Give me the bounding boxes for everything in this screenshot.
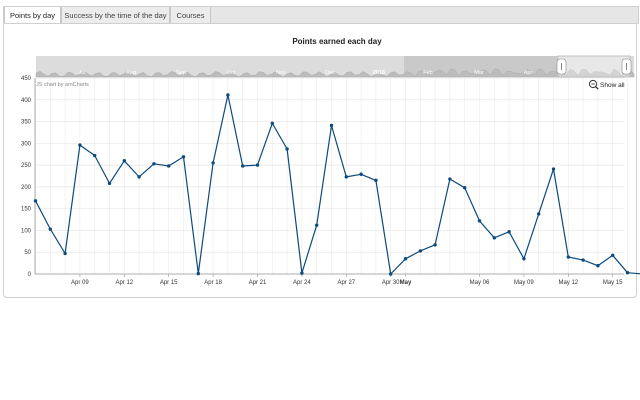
data-point[interactable] bbox=[566, 255, 570, 259]
navigator-label: Aug bbox=[126, 70, 136, 76]
data-point[interactable] bbox=[181, 155, 186, 159]
data-point[interactable] bbox=[344, 175, 348, 179]
data-point[interactable] bbox=[285, 147, 289, 151]
data-point[interactable] bbox=[581, 258, 585, 262]
y-tick-label: 300 bbox=[21, 141, 32, 147]
chart-credit[interactable]: JS chart by amCharts bbox=[36, 82, 89, 88]
data-point[interactable] bbox=[477, 219, 482, 223]
show-all-button[interactable]: Show all bbox=[588, 79, 625, 90]
x-tick-label: Apr 21 bbox=[249, 280, 267, 286]
navigator-label: Dec bbox=[325, 70, 335, 76]
y-tick-label: 250 bbox=[21, 163, 32, 169]
x-tick-label: May 09 bbox=[514, 280, 534, 286]
data-point[interactable] bbox=[403, 257, 408, 261]
data-point[interactable] bbox=[433, 243, 437, 247]
show-all-label: Show all bbox=[600, 82, 625, 89]
navigator-label: Mar bbox=[474, 70, 484, 76]
data-point[interactable] bbox=[33, 199, 38, 203]
navigator-label: Apr bbox=[524, 70, 533, 76]
x-tick-label: May 15 bbox=[603, 280, 623, 286]
data-point[interactable] bbox=[93, 153, 97, 158]
data-point[interactable] bbox=[122, 159, 127, 163]
x-tick-label: Apr 15 bbox=[160, 280, 178, 286]
x-tick-label: Apr 24 bbox=[293, 280, 311, 286]
y-tick-label: 200 bbox=[21, 185, 32, 191]
x-tick-label: May 06 bbox=[470, 280, 490, 286]
navigator-left-handle[interactable] bbox=[556, 58, 567, 75]
x-tick-label: Apr 30 bbox=[382, 280, 400, 286]
y-tick-label: 100 bbox=[21, 228, 32, 234]
data-point[interactable] bbox=[418, 249, 422, 253]
y-tick-label: 450 bbox=[21, 76, 32, 82]
data-point[interactable] bbox=[329, 123, 334, 128]
navigator-label: Feb bbox=[423, 70, 432, 76]
navigator-label: Sep bbox=[176, 70, 186, 76]
data-point[interactable] bbox=[196, 271, 200, 276]
chart-grid bbox=[35, 77, 628, 275]
data-point[interactable] bbox=[359, 172, 363, 176]
data-point[interactable] bbox=[507, 230, 511, 234]
chart-navigator[interactable]: Jul Aug Sep Oct Nov Dec 2016 Feb Mar Apr bbox=[35, 55, 635, 78]
data-point[interactable] bbox=[107, 181, 112, 186]
navigator-label: 2016 bbox=[373, 70, 385, 76]
data-point[interactable] bbox=[63, 251, 67, 256]
data-point[interactable] bbox=[522, 257, 526, 261]
x-tick-label: Apr 12 bbox=[115, 280, 133, 286]
data-point[interactable] bbox=[551, 167, 556, 171]
x-tick-label: Apr 27 bbox=[337, 280, 355, 286]
navigator-label: Oct bbox=[227, 70, 236, 76]
y-tick-label: 50 bbox=[24, 250, 31, 256]
data-point[interactable] bbox=[270, 121, 274, 125]
data-point[interactable] bbox=[611, 253, 615, 257]
data-point[interactable] bbox=[374, 178, 378, 183]
y-tick-label: 350 bbox=[21, 120, 32, 126]
data-point[interactable] bbox=[492, 236, 496, 240]
data-point[interactable] bbox=[48, 227, 52, 231]
data-point[interactable] bbox=[226, 93, 230, 97]
data-point[interactable] bbox=[137, 175, 141, 179]
navigator-label: Jul bbox=[78, 70, 85, 76]
y-tick-label: 150 bbox=[21, 207, 32, 213]
data-point[interactable] bbox=[463, 186, 467, 190]
data-point[interactable] bbox=[389, 272, 393, 276]
chart-title: Points earned each day bbox=[292, 37, 382, 46]
data-point[interactable] bbox=[625, 270, 630, 275]
data-point[interactable] bbox=[300, 271, 304, 275]
data-point[interactable] bbox=[167, 164, 171, 168]
data-point[interactable] bbox=[78, 143, 82, 147]
data-point[interactable] bbox=[241, 164, 245, 168]
x-tick-label: Apr 18 bbox=[204, 280, 222, 286]
data-point[interactable] bbox=[211, 161, 215, 165]
points-chart: Points earned each day Jul Aug Sep Oct Nov De… bbox=[21, 37, 640, 286]
data-point[interactable] bbox=[448, 177, 452, 181]
x-tick-label: May bbox=[400, 280, 412, 286]
data-point[interactable] bbox=[152, 162, 156, 166]
x-tick-label: Apr 09 bbox=[71, 280, 89, 286]
data-point[interactable] bbox=[537, 212, 541, 216]
y-tick-label: 0 bbox=[28, 272, 32, 278]
x-tick-label: May 12 bbox=[558, 280, 578, 286]
y-tick-label: 400 bbox=[21, 98, 32, 104]
data-point[interactable] bbox=[315, 223, 319, 227]
data-point[interactable] bbox=[596, 264, 600, 268]
navigator-right-handle[interactable] bbox=[621, 58, 632, 75]
navigator-label: Nov bbox=[276, 70, 286, 76]
data-point[interactable] bbox=[255, 163, 260, 167]
